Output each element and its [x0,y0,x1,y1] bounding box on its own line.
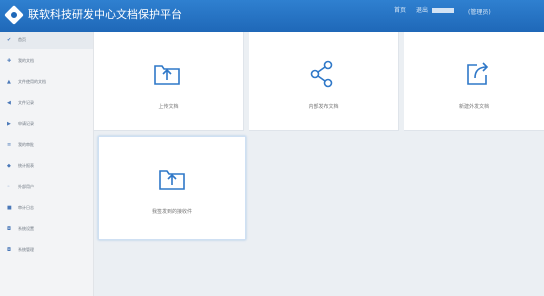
folder-upload-icon [159,170,185,190]
user-name-block [432,8,454,13]
sidebar-item-label: 审计日志 [18,205,34,210]
card-upload-doc[interactable]: 上传文档 [94,32,244,131]
sidebar-item-external-users[interactable]: ◦ 外部用户 [0,179,93,196]
card-new-external[interactable]: 新建外发文档 [404,32,544,131]
share-icon [310,60,333,88]
settings-icon: ◘ [7,226,11,232]
sidebar-item-label: 系统设置 [18,226,34,231]
header-link-home[interactable]: 首页 [394,7,406,15]
upload-folder-icon [154,65,180,85]
external-share-icon [467,62,489,85]
sidebar-item-label: 外部用户 [18,184,34,189]
check-icon: ✔ [7,37,12,43]
sidebar-item-my-docs[interactable]: ✚ 我的文档 [0,53,93,70]
sidebar: ✔ 首页 ✚ 我的文档 ▲ 文件使用的文档 ◀ 文件记录 ▶ 申请记录 ≡ 我的… [0,32,94,296]
sidebar-item-audit-log[interactable]: ■ 审计日志 [0,200,93,217]
sidebar-item-home[interactable]: ✔ 首页 [0,32,93,49]
sidebar-item-label: 文件记录 [18,100,34,105]
sidebar-item-label: 统计报表 [18,163,34,168]
header-link-logout[interactable]: 退出 [416,7,428,15]
sidebar-item-reports[interactable]: ◆ 统计报表 [0,158,93,175]
sidebar-item-used-docs[interactable]: ▲ 文件使用的文档 [0,74,93,91]
card-received[interactable]: 我签发到的接收件 [98,136,246,240]
card-label: 我签发到的接收件 [151,209,192,215]
arrow-left-icon: ◀ [7,100,11,106]
main-content: 上传文档 内部发布文档 新建外发文档 我签发到的接收件 [94,32,544,296]
sidebar-item-apply-records[interactable]: ▶ 申请记录 [0,116,93,133]
sidebar-item-file-records[interactable]: ◀ 文件记录 [0,95,93,112]
sidebar-item-label: 申请记录 [18,121,34,126]
sidebar-item-system-settings[interactable]: ◘ 系统设置 [0,221,93,238]
sidebar-item-approvals[interactable]: ≡ 我的审批 [0,137,93,154]
arrow-right-icon: ▶ [7,121,11,127]
card-label: 新建外发文档 [458,104,489,110]
top-header: 联软科技研发中心文档保护平台 首页 退出 (管理员) [0,0,544,32]
sidebar-item-label: 我的文档 [18,58,34,63]
chart-icon: ◆ [7,163,11,169]
card-label: 上传文档 [158,104,179,110]
app-title: 联软科技研发中心文档保护平台 [28,8,182,21]
sidebar-item-label: 系统管理 [18,247,34,252]
card-internal-publish[interactable]: 内部发布文档 [249,32,399,131]
manage-icon: ◘ [7,247,11,253]
list-icon: ≡ [7,142,12,148]
triangle-icon: ▲ [7,79,11,85]
app-logo-icon [4,5,24,25]
card-label: 内部发布文档 [308,104,339,110]
sidebar-item-system-manage[interactable]: ◘ 系统管理 [0,242,93,259]
log-icon: ■ [7,205,12,211]
sidebar-item-label: 我的审批 [18,142,34,147]
sidebar-item-label: 文件使用的文档 [18,79,46,84]
plus-icon: ✚ [7,58,12,64]
sidebar-item-label: 首页 [18,37,26,42]
user-icon: ◦ [7,184,10,190]
user-role: (管理员) [468,9,491,16]
